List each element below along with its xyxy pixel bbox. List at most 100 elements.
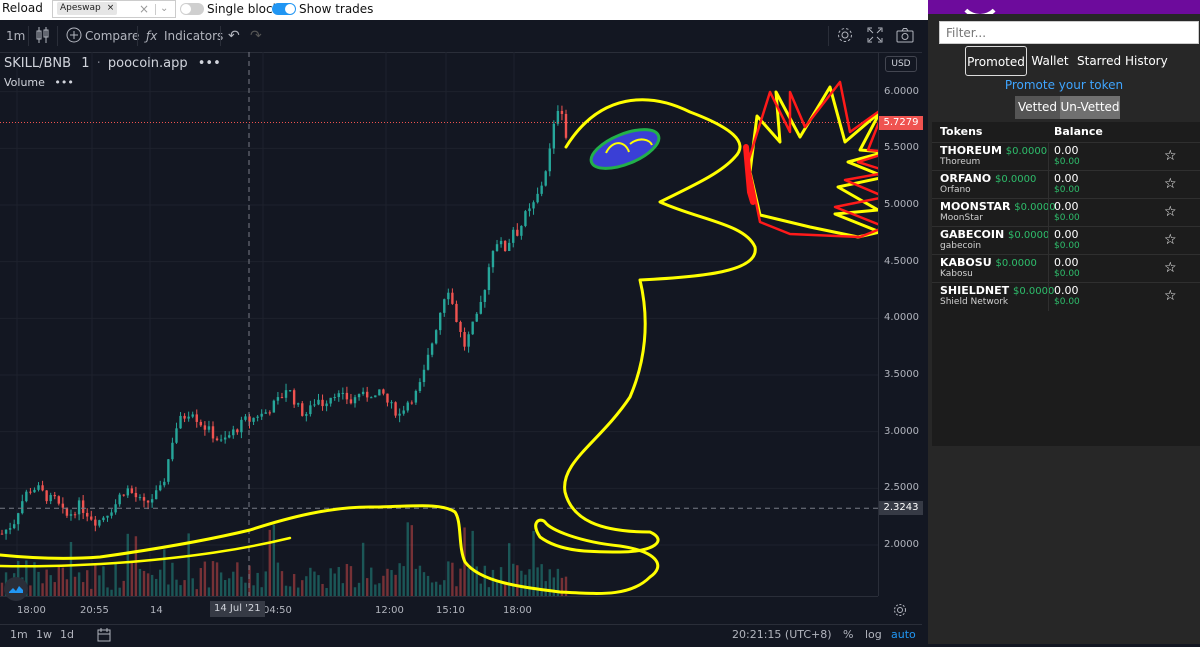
unvetted-button[interactable]: Un-Vetted	[1060, 96, 1120, 119]
star-icon[interactable]: ☆	[1164, 232, 1177, 248]
tab-starred[interactable]: Starred	[1077, 46, 1121, 76]
candle-body	[65, 507, 69, 516]
price-chart-plot[interactable]: SKILL/BNB 1 · poocoin.app ••• Volume •••	[0, 52, 878, 601]
range-1d-button[interactable]: 1d	[60, 628, 74, 642]
token-symbol-line: GABECOIN $0.0000	[940, 228, 1049, 242]
compare-plus-icon[interactable]	[66, 27, 82, 47]
currency-button[interactable]: USD	[885, 56, 917, 72]
volume-bar	[90, 588, 93, 596]
percent-scale-button[interactable]: %	[843, 628, 853, 642]
volume-bar	[349, 566, 353, 596]
indicators-button[interactable]: Indicators	[164, 28, 223, 44]
column-divider	[1048, 171, 1049, 199]
volume-bar	[426, 575, 430, 596]
show-trades-label: Show trades	[299, 2, 374, 16]
volume-bar	[0, 582, 4, 596]
star-icon[interactable]: ☆	[1164, 176, 1177, 192]
token-filter-input[interactable]	[939, 21, 1199, 44]
token-row[interactable]: GABECOIN $0.0000 gabecoin 0.00 $0.00 ☆	[932, 226, 1200, 255]
volume-bar	[451, 562, 454, 596]
volume-bar	[455, 586, 458, 596]
candle-body	[4, 529, 8, 534]
brand-logo[interactable]	[958, 0, 1002, 14]
candle-body	[183, 415, 186, 419]
candle-body	[179, 415, 182, 429]
indicators-fx-icon[interactable]: ƒx	[146, 28, 157, 44]
single-blocks-toggle[interactable]	[180, 3, 204, 15]
volume-bar	[483, 565, 487, 596]
volume-bar	[479, 583, 482, 596]
chart-legend: SKILL/BNB 1 · poocoin.app •••	[4, 56, 221, 72]
volume-bar	[150, 574, 154, 596]
auto-scale-button[interactable]: auto	[891, 628, 916, 642]
token-symbol: GABECOIN	[940, 228, 1005, 241]
candle-body	[564, 113, 568, 138]
axis-settings-icon[interactable]	[893, 602, 907, 621]
star-icon[interactable]: ☆	[1164, 204, 1177, 220]
bottom-toolbar: 1m 1w 1d 20:21:15 (UTC+8) % log auto	[0, 624, 922, 645]
volume-bar	[491, 569, 495, 596]
candle-body	[487, 267, 491, 291]
volume-bar	[73, 576, 77, 596]
price-axis[interactable]: USD 6.0000 5.5000 5.0000 4.5000 4.0000 3.5000…	[878, 52, 923, 596]
volume-bar	[507, 543, 511, 596]
tab-wallet[interactable]: Wallet	[1031, 46, 1069, 76]
token-name: Orfano	[940, 185, 971, 195]
camera-icon[interactable]	[896, 27, 914, 47]
volume-bar	[142, 570, 146, 596]
fullscreen-icon[interactable]	[867, 27, 883, 47]
vetted-button[interactable]: Vetted	[1015, 96, 1060, 119]
tab-history[interactable]: History	[1125, 46, 1168, 76]
candle-body	[73, 514, 77, 516]
dex-tag-remove-icon[interactable]: ×	[107, 3, 115, 13]
token-row[interactable]: KABOSU $0.0000 Kabosu 0.00 $0.00 ☆	[932, 254, 1200, 283]
volume-menu-icon[interactable]: •••	[54, 76, 73, 89]
token-row[interactable]: MOONSTAR $0.0000 MoonStar 0.00 $0.00 ☆	[932, 198, 1200, 227]
candle-body	[495, 244, 499, 252]
show-trades-toggle[interactable]	[272, 3, 296, 15]
range-1w-button[interactable]: 1w	[36, 628, 52, 642]
volume-bar	[414, 568, 418, 596]
token-balance-usd: $0.00	[1054, 297, 1080, 307]
undo-icon[interactable]: ↶	[228, 28, 240, 44]
date-range-icon[interactable]	[96, 627, 112, 647]
candle-body	[341, 392, 345, 394]
token-row[interactable]: SHIELDNET $0.0000 Shield Network 0.00 $0.00…	[932, 282, 1200, 311]
star-icon[interactable]: ☆	[1164, 260, 1177, 276]
range-1m-button[interactable]: 1m	[10, 628, 28, 642]
candle-body	[94, 519, 97, 526]
candle-body	[102, 517, 105, 521]
candle-body	[236, 429, 239, 433]
token-row[interactable]: ORFANO $0.0000 Orfano 0.00 $0.00 ☆	[932, 170, 1200, 199]
volume-bar	[345, 563, 349, 596]
redo-icon[interactable]: ↷	[250, 28, 262, 44]
interval-button[interactable]: 1m	[6, 28, 25, 44]
candle-body	[12, 524, 16, 529]
volume-bar	[114, 562, 117, 596]
legend-menu-icon[interactable]: •••	[198, 56, 221, 71]
brand-clip	[928, 0, 1200, 14]
star-icon[interactable]: ☆	[1164, 288, 1177, 304]
candle-type-icon[interactable]	[36, 26, 50, 48]
candle-body	[402, 410, 405, 414]
candle-body	[219, 439, 223, 441]
candle-body	[361, 391, 365, 395]
token-balance-usd: $0.00	[1054, 213, 1080, 223]
candle-body	[41, 485, 44, 491]
reload-button[interactable]: Reload	[2, 0, 43, 16]
column-divider	[1048, 255, 1049, 283]
volume-bar	[512, 563, 515, 596]
dex-clear-icon[interactable]: ×	[139, 1, 149, 17]
log-scale-button[interactable]: log	[865, 628, 882, 642]
time-axis[interactable]: 18:00 20:55 14 04:50 12:00 15:10 18:00 14 Jul '…	[0, 596, 906, 625]
star-icon[interactable]: ☆	[1164, 148, 1177, 164]
candle-body	[130, 488, 134, 493]
dex-select[interactable]: Apeswap × × ⌄	[52, 0, 176, 18]
compare-button[interactable]: Compare	[85, 28, 139, 44]
settings-gear-icon[interactable]	[837, 27, 853, 47]
token-name: MoonStar	[940, 213, 983, 223]
promote-token-link[interactable]: Promote your token	[928, 78, 1200, 92]
tab-promoted[interactable]: Promoted	[965, 46, 1027, 76]
chevron-down-icon[interactable]: ⌄	[160, 1, 168, 17]
token-row[interactable]: THOREUM $0.0000 Thoreum 0.00 $0.00 ☆	[932, 142, 1200, 171]
